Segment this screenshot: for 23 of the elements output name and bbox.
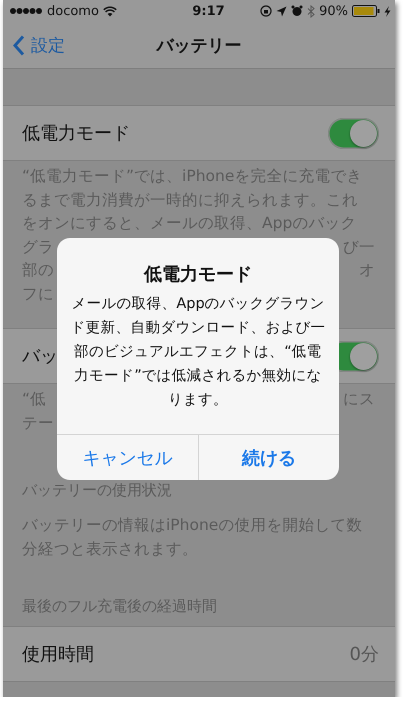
rotation-lock-icon [260, 5, 272, 17]
alert-message: メールの取得、Appのバックグラウンド更新、自動ダウンロード、および一部のビジュアルエフェクトは、“低電力モード”では低減されるか無効になります。 [70, 295, 326, 410]
row-label: 使用時間 [22, 643, 94, 666]
alarm-icon [291, 5, 304, 17]
charging-bolt-icon [384, 6, 391, 16]
wifi-icon [102, 6, 117, 16]
carrier-name: docomo [47, 4, 99, 18]
status-time: 9:17 [192, 4, 225, 18]
row-value: 0分 [350, 643, 379, 666]
location-icon [276, 6, 288, 16]
alert-title: 低電力モード [142, 263, 253, 287]
bluetooth-icon [307, 4, 316, 18]
row-label: バッ [22, 345, 58, 368]
signal-icon [9, 7, 43, 15]
back-button[interactable]: 設定 [3, 34, 65, 56]
row-label: 低電力モード [22, 122, 130, 145]
battery-percent: 90% [319, 4, 348, 18]
battery-icon [352, 5, 380, 17]
alert-button[interactable]: 続ける [198, 435, 339, 480]
nav-title: バッテリー [156, 34, 242, 56]
toggle-switch[interactable] [328, 118, 379, 148]
alert-button[interactable]: キャンセル [57, 435, 198, 480]
chevron-left-icon [13, 34, 25, 56]
